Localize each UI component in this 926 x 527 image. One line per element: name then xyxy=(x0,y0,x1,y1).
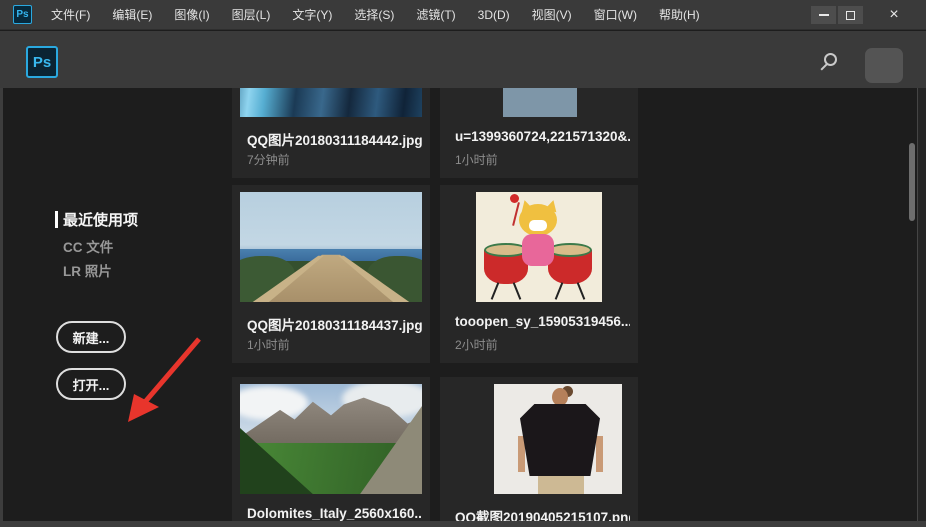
model-shorts xyxy=(538,476,584,494)
menu-filter[interactable]: 滤镜(T) xyxy=(405,0,466,30)
recent-file-card[interactable]: tooopen_sy_15905319456... 2小时前 xyxy=(440,185,638,363)
photoshop-app-icon: Ps xyxy=(13,5,32,24)
file-name: u=1399360724,221571320&... xyxy=(455,129,630,144)
file-name: QQ图片20180311184437.jpg xyxy=(247,318,422,333)
open-button[interactable]: 打开... xyxy=(56,368,126,400)
recent-file-card[interactable]: QQ截图20190405215107.png xyxy=(440,377,638,521)
model-arm xyxy=(596,436,603,472)
new-button[interactable]: 新建... xyxy=(56,321,126,353)
search-handle xyxy=(820,63,828,71)
menu-3d[interactable]: 3D(D) xyxy=(467,0,521,30)
titlebar: Ps 文件(F) 编辑(E) 图像(I) 图层(L) 文字(Y) 选择(S) 滤… xyxy=(0,0,926,30)
menu-image[interactable]: 图像(I) xyxy=(163,0,220,30)
home-header: Ps xyxy=(0,31,926,88)
close-button[interactable]: × xyxy=(880,3,908,27)
window-frame-left xyxy=(0,88,3,521)
cat-drum-leg xyxy=(512,282,522,300)
menu-type[interactable]: 文字(Y) xyxy=(281,0,343,30)
thumbnail-cartoon-cat xyxy=(448,192,630,302)
cat-mallet xyxy=(510,194,519,203)
cat-drum-top xyxy=(548,243,592,257)
cat-drum-leg xyxy=(490,282,500,300)
file-name: Dolomites_Italy_2560x160... xyxy=(247,506,422,521)
cat-drum-leg xyxy=(576,282,586,300)
thumbnail-tshirt xyxy=(448,384,630,494)
scrollbar-thumb[interactable] xyxy=(909,143,915,221)
thumbnail-ocean xyxy=(240,88,422,117)
ocean-image xyxy=(240,88,422,117)
thumbnail-mountains xyxy=(240,384,422,494)
menu-file[interactable]: 文件(F) xyxy=(40,0,101,30)
sidebar-item-lr-photos[interactable]: LR 照片 xyxy=(63,260,112,280)
maximize-button[interactable] xyxy=(838,6,863,24)
menu-help[interactable]: 帮助(H) xyxy=(648,0,711,30)
recent-file-card[interactable]: Dolomites_Italy_2560x160... xyxy=(232,377,430,521)
avatar[interactable] xyxy=(865,48,903,83)
black-tshirt xyxy=(520,404,600,476)
menu-view[interactable]: 视图(V) xyxy=(521,0,583,30)
file-time: 2小时前 xyxy=(455,338,498,352)
minimize-button[interactable] xyxy=(811,6,836,24)
recent-file-card[interactable]: QQ图片20180311184437.jpg 1小时前 xyxy=(232,185,430,363)
minimize-icon xyxy=(818,14,829,16)
scrollbar-track[interactable] xyxy=(917,88,926,521)
file-name: QQ截图20190405215107.png xyxy=(455,510,630,521)
sidebar-item-recent[interactable]: 最近使用项 xyxy=(63,209,138,230)
sidebar-item-cc-files[interactable]: CC 文件 xyxy=(63,236,113,256)
cat-drum-right xyxy=(548,243,592,300)
gray-block-image xyxy=(503,88,577,117)
file-time: 7分钟前 xyxy=(247,153,290,167)
file-time: 1小时前 xyxy=(455,153,498,167)
tshirt-photo xyxy=(494,384,622,494)
model-head xyxy=(552,388,568,406)
menu-window[interactable]: 窗口(W) xyxy=(583,0,648,30)
menu-layer[interactable]: 图层(L) xyxy=(221,0,282,30)
mountains-image xyxy=(240,384,422,494)
menu-edit[interactable]: 编辑(E) xyxy=(101,0,163,30)
maximize-icon xyxy=(846,10,855,20)
thumbnail-boardwalk xyxy=(240,192,422,302)
menu-select[interactable]: 选择(S) xyxy=(343,0,405,30)
home-content: 最近使用项 CC 文件 LR 照片 新建... 打开... QQ图片201803… xyxy=(3,88,917,521)
file-name: tooopen_sy_15905319456... xyxy=(455,314,630,329)
cartoon-cat-image xyxy=(476,192,602,302)
search-icon[interactable] xyxy=(819,53,841,75)
thumbnail-gray-block xyxy=(448,88,630,117)
file-time: 1小时前 xyxy=(247,338,290,352)
recent-file-card[interactable]: QQ图片20180311184442.jpg 7分钟前 xyxy=(232,88,430,178)
window-frame-bottom xyxy=(0,521,926,527)
photoshop-window: Ps 文件(F) 编辑(E) 图像(I) 图层(L) 文字(Y) 选择(S) 滤… xyxy=(0,0,926,527)
boardwalk-image xyxy=(240,192,422,302)
cat-drum-leg xyxy=(554,282,564,300)
cat-muzzle xyxy=(529,220,547,231)
recent-file-card[interactable]: u=1399360724,221571320&... 1小时前 xyxy=(440,88,638,178)
cat-body xyxy=(522,234,554,266)
ps-logo: Ps xyxy=(26,46,58,78)
file-name: QQ图片20180311184442.jpg xyxy=(247,133,422,148)
menu-bar: 文件(F) 编辑(E) 图像(I) 图层(L) 文字(Y) 选择(S) 滤镜(T… xyxy=(40,0,711,30)
active-item-indicator xyxy=(55,211,58,228)
